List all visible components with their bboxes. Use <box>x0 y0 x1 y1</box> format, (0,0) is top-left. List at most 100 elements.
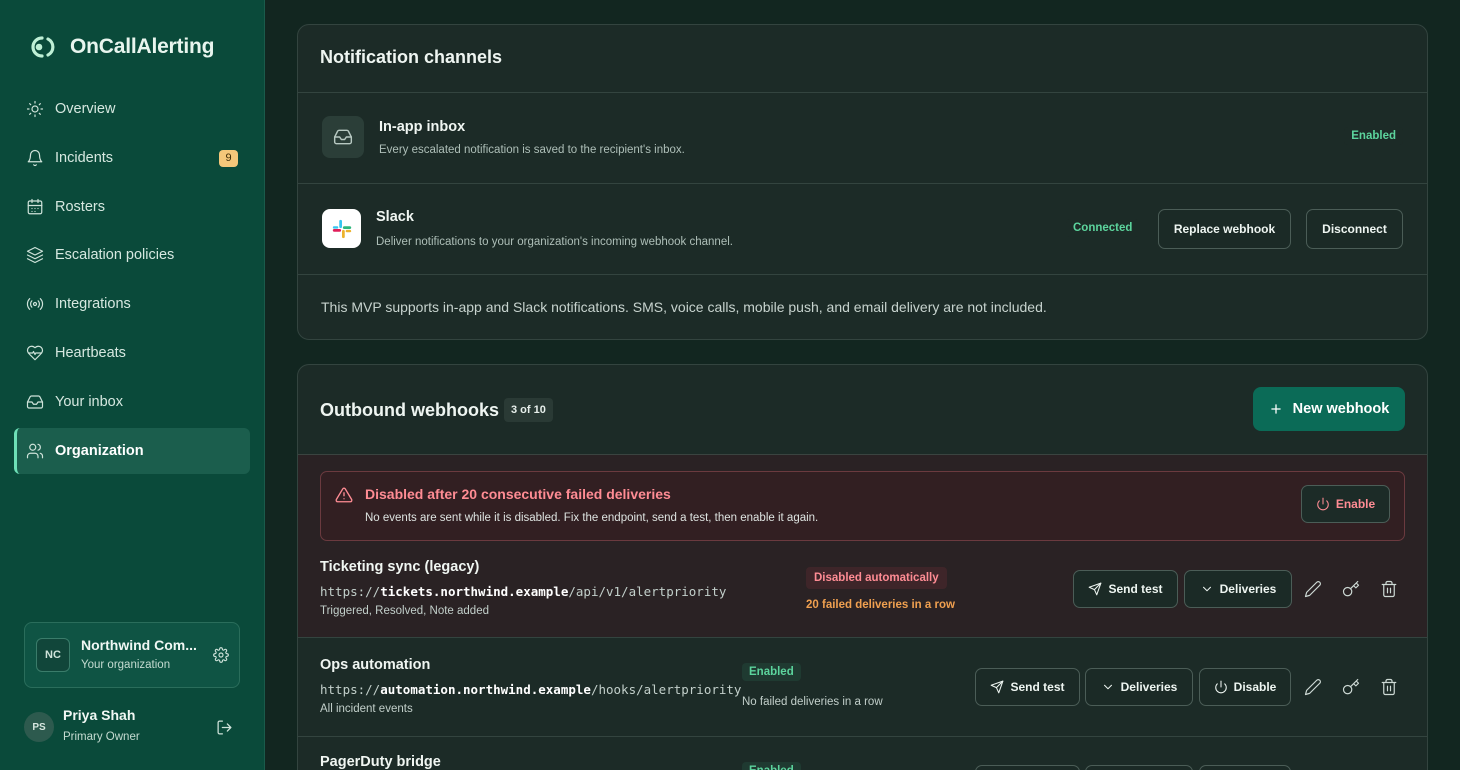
disabled-alert: Disabled after 20 consecutive failed del… <box>320 471 1405 541</box>
logo-icon <box>31 36 55 58</box>
card-title: Outbound webhooks <box>320 400 499 420</box>
send-test-button[interactable]: Send test <box>975 668 1080 706</box>
org-avatar: NC <box>36 638 70 672</box>
webhook-name: Ops automation <box>320 657 431 673</box>
sidebar-item-label: Incidents <box>55 149 114 166</box>
webhook-events: All incident events <box>320 703 413 715</box>
channels-note: This MVP supports in-app and Slack notif… <box>321 299 1047 315</box>
webhook-count-badge: 3 of 10 <box>504 398 553 422</box>
outbound-webhooks-card: Outbound webhooks 3 of 10 New webhook Di… <box>297 364 1428 770</box>
channel-name: In-app inbox <box>379 119 466 135</box>
sidebar-item-label: Integrations <box>55 296 131 313</box>
edit-icon[interactable] <box>1304 678 1322 696</box>
edit-icon[interactable] <box>1304 580 1322 598</box>
send-test-button[interactable] <box>975 765 1080 770</box>
chevron-down-icon <box>1202 586 1211 592</box>
alert-message: No events are sent while it is disabled.… <box>365 512 819 524</box>
sidebar-item-heartbeats[interactable]: Heartbeats <box>14 330 250 376</box>
sidebar-item-label: Organization <box>55 442 144 459</box>
sidebar-item-organization[interactable]: Organization <box>14 427 250 474</box>
sidebar: OnCallAlerting Overview Incidents 9 Rost… <box>0 0 265 770</box>
webhook-row-enabled: Ops automation https://automation.northw… <box>298 637 1427 736</box>
channel-name: Slack <box>376 209 414 225</box>
sidebar-item-inbox[interactable]: Your inbox <box>14 379 250 425</box>
new-webhook-label: New webhook <box>1292 401 1390 417</box>
user-name: Priya Shah <box>63 707 136 723</box>
channel-description: Every escalated notification is saved to… <box>379 144 685 156</box>
chevron-down-icon <box>1103 684 1112 690</box>
bell-icon <box>27 149 43 166</box>
org-subtitle: Your organization <box>81 659 171 671</box>
replace-webhook-button[interactable]: Replace webhook <box>1158 209 1291 249</box>
status-badge: Enabled <box>742 762 801 770</box>
url-path: /api/v1/alertpriority <box>568 584 727 599</box>
key-icon[interactable] <box>1342 678 1360 696</box>
warning-icon <box>335 487 353 503</box>
trash-icon[interactable] <box>1380 678 1398 696</box>
sidebar-item-label: Your inbox <box>55 393 123 410</box>
disable-label: Disable <box>1233 680 1277 694</box>
brand[interactable]: OnCallAlerting <box>26 34 214 60</box>
deliveries-label: Deliveries <box>1219 582 1277 596</box>
send-icon <box>991 680 1004 694</box>
logout-icon[interactable] <box>216 719 233 736</box>
webhook-name: PagerDuty bridge <box>320 754 441 770</box>
disconnect-button[interactable]: Disconnect <box>1306 209 1403 249</box>
send-test-label: Send test <box>1010 680 1065 694</box>
send-test-button[interactable]: Send test <box>1073 570 1178 608</box>
failure-count: 20 failed deliveries in a row <box>806 599 955 611</box>
sidebar-item-overview[interactable]: Overview <box>14 86 250 132</box>
channels-note-row: This MVP supports in-app and Slack notif… <box>298 274 1427 339</box>
deliveries-button[interactable]: Deliveries <box>1184 570 1292 608</box>
calendar-icon <box>27 198 43 214</box>
channel-row-slack: Slack Deliver notifications to your orga… <box>298 183 1427 274</box>
key-icon[interactable] <box>1342 580 1360 598</box>
sidebar-item-incidents[interactable]: Incidents 9 <box>14 135 250 181</box>
sidebar-nav: Overview Incidents 9 Rosters Escalation … <box>14 86 250 476</box>
slack-icon <box>322 209 361 248</box>
url-host: tickets.northwind.example <box>380 584 569 599</box>
sun-icon <box>26 100 44 118</box>
sidebar-item-rosters[interactable]: Rosters <box>14 184 250 230</box>
inbox-icon <box>26 395 44 409</box>
broadcast-icon <box>26 298 44 311</box>
trash-icon[interactable] <box>1380 580 1398 598</box>
sidebar-item-label: Heartbeats <box>55 344 126 361</box>
current-user: PS Priya Shah Primary Owner <box>24 707 240 750</box>
url-prefix: https:// <box>320 682 381 697</box>
sidebar-item-integrations[interactable]: Integrations <box>14 281 250 327</box>
webhook-url: https://tickets.northwind.example/api/v1… <box>320 584 726 599</box>
send-icon <box>1089 582 1102 596</box>
webhook-name: Ticketing sync (legacy) <box>320 559 480 575</box>
power-icon <box>1214 680 1227 694</box>
plus-icon <box>1270 404 1281 414</box>
app-name: OnCallAlerting <box>70 35 215 58</box>
avatar: PS <box>24 712 54 742</box>
webhook-row-disabled: Disabled after 20 consecutive failed del… <box>298 454 1427 637</box>
org-name: Northwind Com... <box>81 637 197 653</box>
gear-icon[interactable] <box>213 647 229 663</box>
sidebar-item-label: Escalation policies <box>55 247 175 264</box>
sidebar-item-escalation-policies[interactable]: Escalation policies <box>14 232 250 278</box>
send-test-label: Send test <box>1108 582 1163 596</box>
deliveries-button[interactable] <box>1085 765 1193 770</box>
url-path: /hooks/alertpriority <box>590 682 742 697</box>
failure-count: No failed deliveries in a row <box>742 696 883 708</box>
enable-button[interactable]: Enable <box>1301 485 1390 523</box>
card-title: Notification channels <box>320 47 503 67</box>
disable-button[interactable] <box>1199 765 1291 770</box>
org-switcher[interactable]: NC Northwind Com... Your organization <box>24 622 240 688</box>
deliveries-button[interactable]: Deliveries <box>1085 668 1193 706</box>
channel-description: Deliver notifications to your organizati… <box>376 236 733 248</box>
new-webhook-button[interactable]: New webhook <box>1253 387 1405 431</box>
status-badge: Disabled automatically <box>806 567 947 589</box>
inbox-channel-icon <box>322 116 364 158</box>
deliveries-label: Deliveries <box>1120 680 1178 694</box>
channel-row-inbox: In-app inbox Every escalated notificatio… <box>298 92 1427 183</box>
webhook-events: Triggered, Resolved, Note added <box>320 605 489 617</box>
status-badge: Enabled <box>742 663 801 681</box>
alert-title: Disabled after 20 consecutive failed del… <box>365 486 671 502</box>
heartbeat-icon <box>26 345 44 361</box>
url-prefix: https:// <box>320 584 381 599</box>
disable-button[interactable]: Disable <box>1199 668 1291 706</box>
